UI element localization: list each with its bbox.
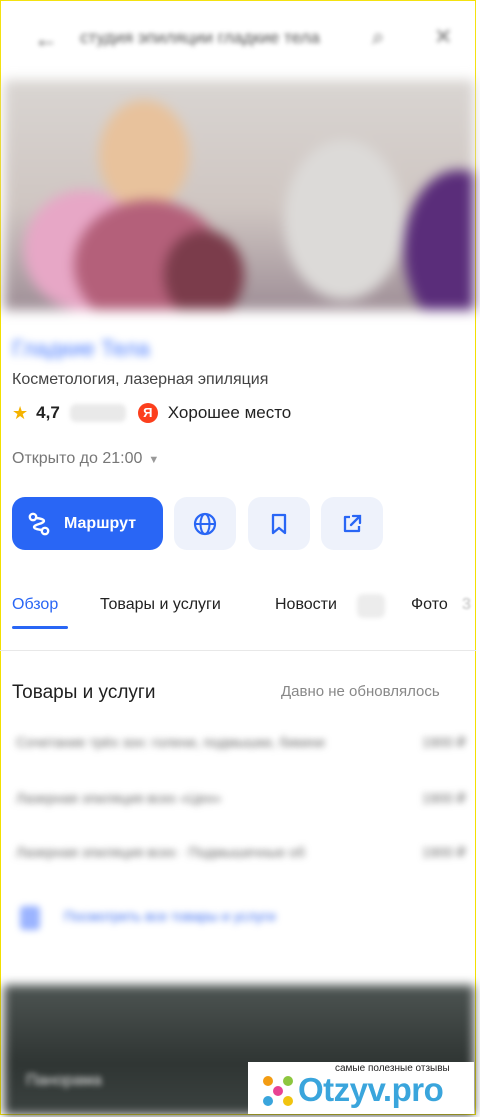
item-price: 1900 ₽ bbox=[422, 844, 466, 860]
tab-overview[interactable]: Обзор bbox=[12, 596, 58, 614]
otzyv-logo-icon bbox=[263, 1076, 293, 1106]
route-icon bbox=[28, 512, 50, 535]
place-name[interactable]: Гладкие Тела bbox=[12, 336, 150, 362]
opening-hours[interactable]: Открыто до 21:00 ▼ bbox=[12, 450, 159, 468]
search-icon[interactable]: ⌕ bbox=[372, 24, 384, 50]
website-button[interactable] bbox=[174, 497, 236, 550]
tab-bar: Обзор Товары и услуги Новости Фото 3 bbox=[0, 590, 476, 630]
tab-photos[interactable]: Фото bbox=[411, 596, 448, 614]
share-button[interactable] bbox=[321, 497, 383, 550]
star-icon: ★ bbox=[12, 402, 29, 423]
route-button-label: Маршрут bbox=[64, 514, 137, 532]
chevron-down-icon: ▼ bbox=[148, 454, 160, 466]
item-name: Лазерная эпиляция всех · Подмышечные об bbox=[16, 844, 305, 860]
watermark-brand: Otzyv.pro bbox=[298, 1071, 444, 1108]
item-name: Лазерная эпиляция всех «Цен» bbox=[16, 790, 222, 806]
photos-count: 3 bbox=[462, 596, 471, 613]
route-button[interactable]: Маршрут bbox=[12, 497, 163, 550]
place-photo[interactable] bbox=[4, 80, 474, 310]
close-icon[interactable]: ✕ bbox=[434, 24, 452, 50]
top-bar: ← студия эпиляции гладкие тела ⌕ ✕ bbox=[4, 4, 472, 74]
item-price: 1900 ₽ bbox=[422, 790, 466, 806]
section-title: Товары и услуги bbox=[12, 682, 156, 703]
globe-icon bbox=[193, 512, 217, 535]
yandex-logo-icon: Я bbox=[137, 403, 158, 423]
place-category: Косметология, лазерная эпиляция bbox=[12, 371, 269, 388]
show-all-goods-link[interactable]: Посмотреть все товары и услуги bbox=[12, 904, 392, 932]
list-item[interactable]: Лазерная эпиляция всех · Подмышечные об … bbox=[12, 844, 474, 866]
opening-hours-text: Открыто до 21:00 bbox=[12, 450, 143, 467]
back-arrow-icon[interactable]: ← bbox=[34, 26, 58, 54]
reviews-count-blurred bbox=[69, 404, 126, 422]
good-place-badge: Хорошее место bbox=[167, 403, 292, 422]
active-tab-indicator bbox=[12, 626, 68, 629]
rating-row[interactable]: ★ 4,7 Я Хорошее место bbox=[12, 402, 291, 424]
tab-news[interactable]: Новости bbox=[275, 596, 337, 614]
tab-goods-services[interactable]: Товары и услуги bbox=[100, 596, 221, 614]
item-price: 1900 ₽ bbox=[422, 734, 466, 750]
list-icon bbox=[20, 906, 40, 930]
rating-value: 4,7 bbox=[36, 403, 60, 422]
item-name: Сочетание трёх зон: голени, подмышки, би… bbox=[16, 734, 325, 750]
news-count-blurred bbox=[357, 594, 385, 618]
section-update-note: Давно не обновлялось bbox=[281, 683, 440, 700]
search-query-title[interactable]: студия эпиляции гладкие тела bbox=[80, 28, 350, 48]
share-icon bbox=[343, 514, 362, 532]
list-item[interactable]: Сочетание трёх зон: голени, подмышки, би… bbox=[12, 734, 474, 756]
bookmark-icon bbox=[271, 513, 287, 534]
bookmark-button[interactable] bbox=[248, 497, 310, 550]
show-all-goods-label: Посмотреть все товары и услуги bbox=[64, 908, 276, 924]
panorama-label: Панорама bbox=[26, 1072, 102, 1089]
list-item[interactable]: Лазерная эпиляция всех «Цен» 1900 ₽ bbox=[12, 790, 474, 812]
divider bbox=[0, 650, 476, 651]
